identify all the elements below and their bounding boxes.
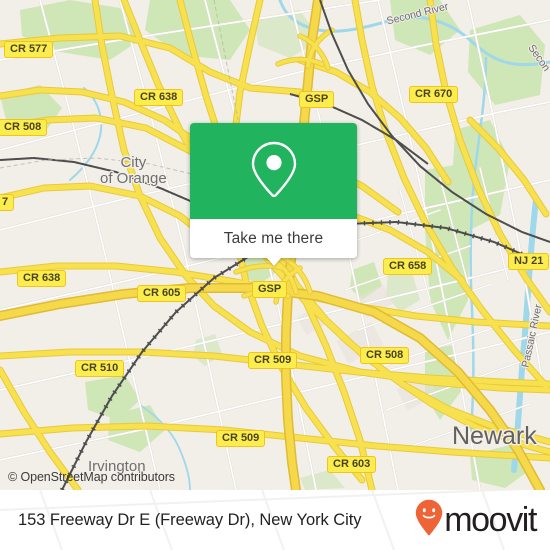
moovit-smiley-pin-icon — [415, 499, 443, 542]
moovit-map-screenshot: .rd { stroke:#f7e14e; stroke-linecap:rou… — [0, 0, 550, 550]
route-shield: CR 510 — [75, 360, 125, 377]
card-pin-area — [190, 123, 357, 219]
route-shield: CR 658 — [383, 258, 433, 275]
route-shield: CR 638 — [17, 270, 67, 287]
address-text: 153 Freeway Dr E (Freeway Dr), New York … — [18, 510, 362, 529]
place-label-city-of-orange: City of Orange — [100, 154, 167, 187]
route-shield: CR 508 — [0, 119, 48, 136]
route-shield: CR 638 — [134, 89, 184, 106]
card-pointer-tail — [265, 257, 282, 266]
route-shield: NJ 21 — [508, 253, 550, 270]
route-shield: CR 509 — [248, 352, 298, 369]
take-me-there-button[interactable]: Take me there — [190, 219, 357, 258]
route-shield: CR 605 — [137, 285, 187, 302]
location-info-card[interactable]: Take me there — [190, 123, 357, 266]
route-shield: GSP — [299, 91, 335, 108]
osm-attribution: © OpenStreetMap contributors — [8, 470, 175, 484]
moovit-logo[interactable]: moovit — [415, 499, 537, 542]
moovit-wordmark: moovit — [444, 501, 537, 539]
place-label-newark: Newark — [452, 422, 537, 450]
route-shield: CR 509 — [216, 430, 266, 447]
take-me-there-label: Take me there — [223, 229, 324, 247]
route-shield: CR 577 — [4, 41, 54, 58]
route-shield: 7 — [0, 194, 15, 211]
route-shield: CR 508 — [360, 347, 410, 364]
map-pin-icon — [247, 138, 301, 205]
footer-bar: 153 Freeway Dr E (Freeway Dr), New York … — [0, 490, 550, 550]
route-shield: CR 670 — [409, 86, 459, 103]
route-shield: CR 603 — [327, 456, 377, 473]
route-shield: GSP — [252, 281, 288, 298]
